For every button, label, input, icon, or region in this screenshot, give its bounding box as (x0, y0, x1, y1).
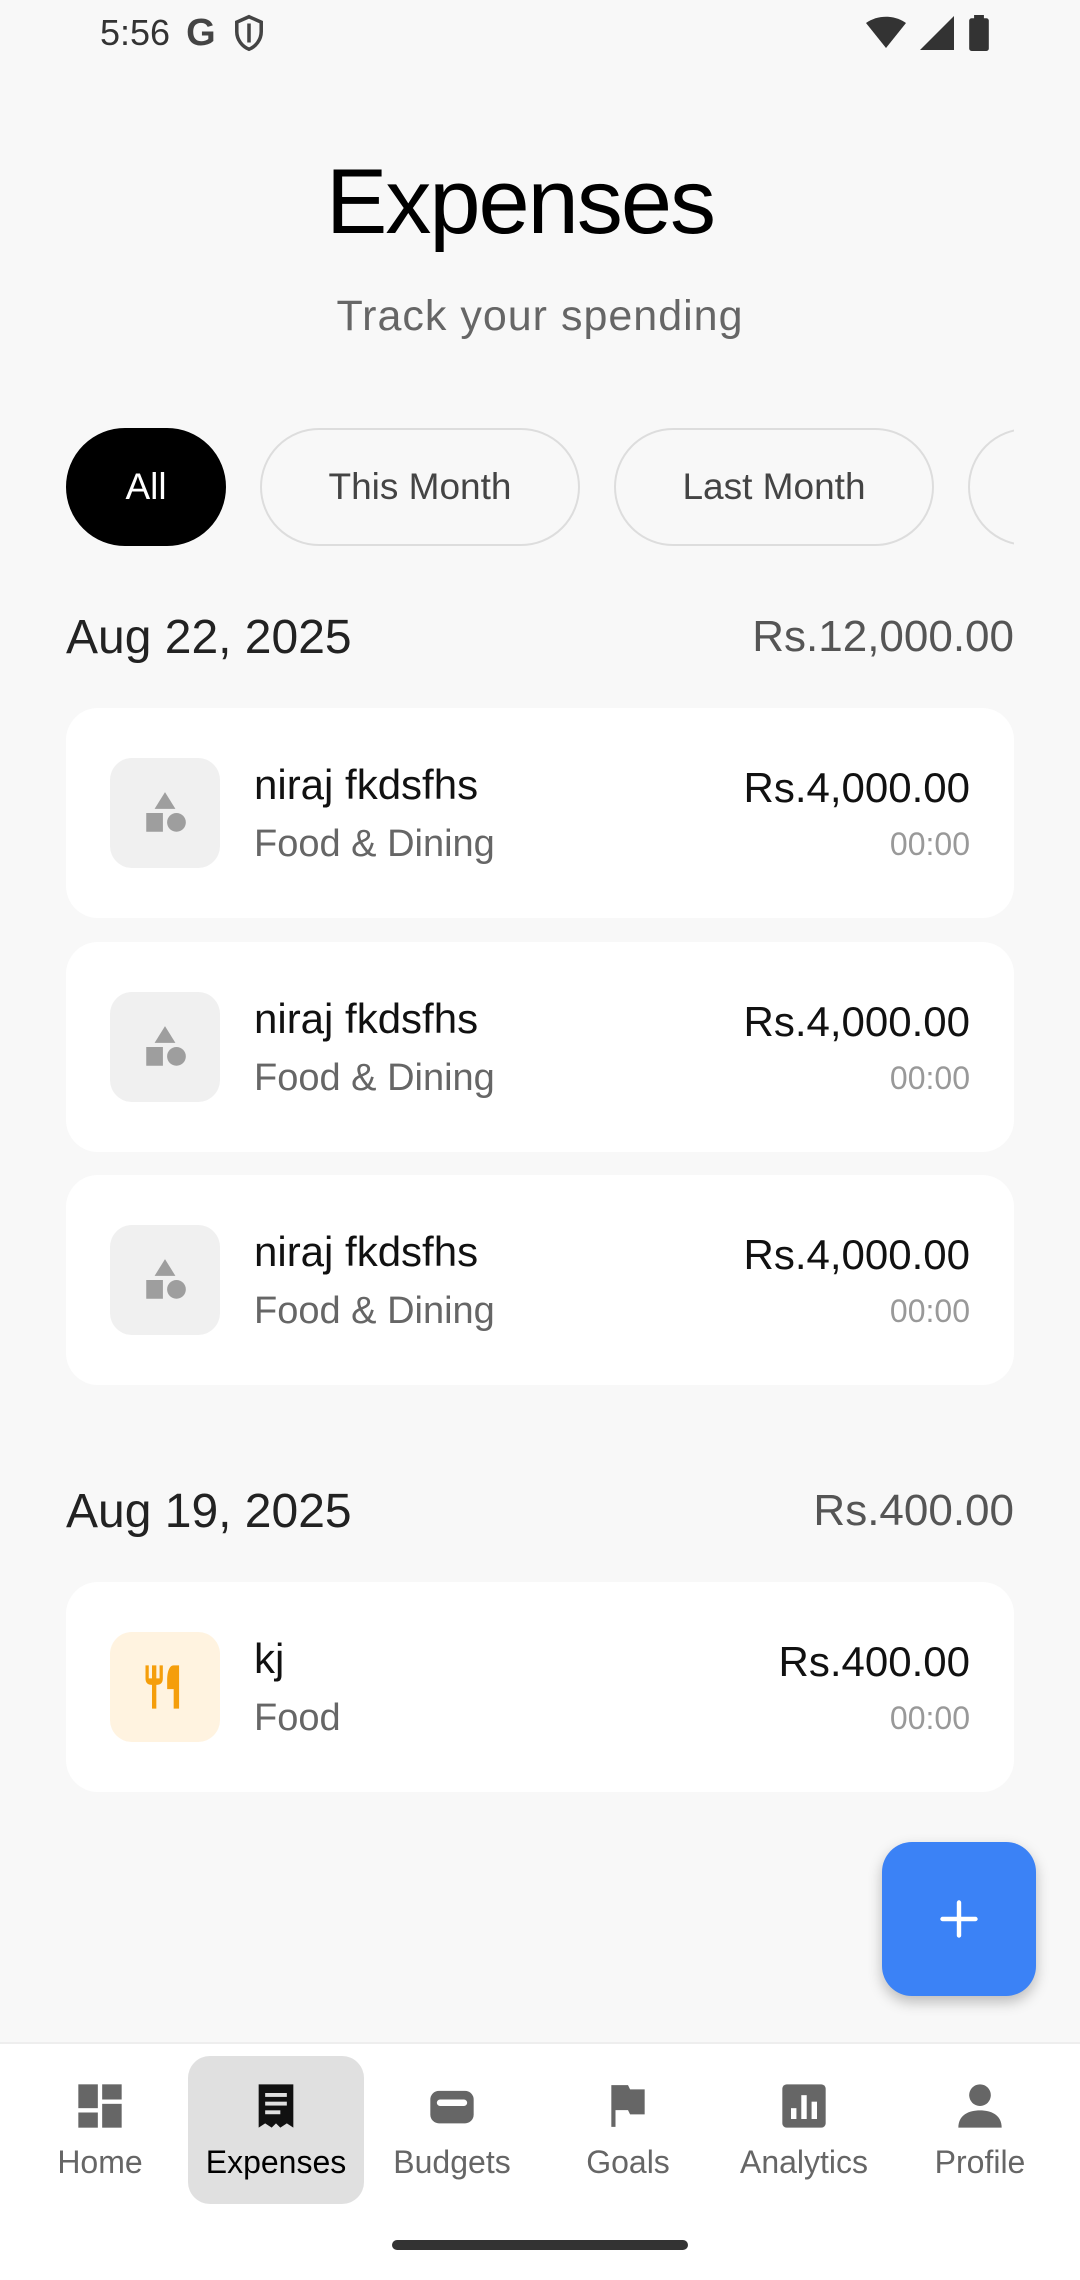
receipt-icon (258, 2083, 294, 2128)
expense-name: kj (254, 1634, 285, 1682)
status-bar: 5:56 G (0, 0, 1080, 66)
battery-icon (969, 15, 989, 51)
shield-icon (234, 14, 263, 52)
shapes-icon (110, 992, 220, 1102)
expense-category: Food & Dining (254, 1289, 495, 1332)
expense-time: 00:00 (889, 1059, 970, 1096)
expense-category: Food & Dining (254, 822, 495, 865)
group-total: Rs.12,000.00 (752, 612, 1014, 661)
expense-time: 00:00 (889, 825, 970, 862)
plus-icon (940, 1900, 978, 1938)
expense-amount: Rs.4,000.00 (743, 763, 971, 811)
shapes-icon (110, 758, 220, 868)
date-group-header: Aug 22, 2025 Rs.12,000.00 (66, 602, 1014, 672)
status-time: 5:56 (100, 12, 171, 53)
expense-amount: Rs.4,000.00 (743, 1230, 971, 1278)
nav-home-label: Home (57, 2143, 143, 2180)
nav-profile-label: Profile (934, 2143, 1026, 2180)
flag-icon (611, 2084, 645, 2127)
expense-name: niraj fkdsfhs (254, 994, 479, 1042)
filter-chip-last-month[interactable]: Last Month (614, 428, 934, 546)
signal-icon (920, 16, 954, 50)
expense-name: niraj fkdsfhs (254, 760, 479, 808)
date-group-header: Aug 19, 2025 Rs.400.00 (66, 1476, 1014, 1546)
expense-category: Food & Dining (254, 1056, 495, 1099)
expense-time: 00:00 (889, 1292, 970, 1329)
shapes-icon (110, 1225, 220, 1335)
nav-profile[interactable]: Profile (892, 2056, 1068, 2204)
nav-goals-label: Goals (586, 2143, 670, 2180)
expense-card[interactable]: niraj fkdsfhs Food & Dining Rs.4,000.00 … (66, 942, 1014, 1152)
page-title: Expenses (325, 151, 716, 253)
home-indicator[interactable] (392, 2240, 688, 2250)
nav-expenses-label: Expenses (205, 2143, 347, 2180)
page-subtitle: Track your spending (336, 292, 744, 340)
group-date: Aug 22, 2025 (66, 610, 352, 664)
nav-expenses[interactable]: Expenses (188, 2056, 364, 2204)
group-total: Rs.400.00 (813, 1486, 1014, 1535)
filter-chip-this-month[interactable]: This Month (260, 428, 580, 546)
group-date: Aug 19, 2025 (66, 1484, 352, 1538)
filter-chip-all[interactable]: All (66, 428, 226, 546)
restaurant-icon (110, 1632, 220, 1742)
google-icon: G (186, 11, 216, 54)
expense-category: Food (254, 1696, 341, 1739)
dashboard-icon (78, 2083, 122, 2128)
person-icon (958, 2083, 1002, 2128)
expense-card[interactable]: kj Food Rs.400.00 00:00 (66, 1582, 1014, 1792)
nav-analytics-label: Analytics (739, 2143, 869, 2180)
nav-goals[interactable]: Goals (540, 2056, 716, 2204)
nav-budgets[interactable]: Budgets (364, 2056, 540, 2204)
wifi-icon (866, 16, 906, 48)
expense-amount: Rs.400.00 (778, 1637, 970, 1685)
nav-home[interactable]: Home (12, 2056, 188, 2204)
expense-time: 00:00 (889, 1699, 970, 1736)
analytics-icon (782, 2083, 826, 2128)
filter-chips: All This Month Last Month (66, 428, 1014, 546)
expense-card[interactable]: niraj fkdsfhs Food & Dining Rs.4,000.00 … (66, 1175, 1014, 1385)
expense-card[interactable]: niraj fkdsfhs Food & Dining Rs.4,000.00 … (66, 708, 1014, 918)
expense-amount: Rs.4,000.00 (743, 997, 971, 1045)
wallet-icon (430, 2090, 474, 2123)
filter-chip-more[interactable] (968, 428, 1014, 546)
expense-name: niraj fkdsfhs (254, 1227, 479, 1275)
add-expense-button[interactable] (882, 1842, 1036, 1996)
nav-budgets-label: Budgets (393, 2143, 511, 2180)
nav-analytics[interactable]: Analytics (716, 2056, 892, 2204)
